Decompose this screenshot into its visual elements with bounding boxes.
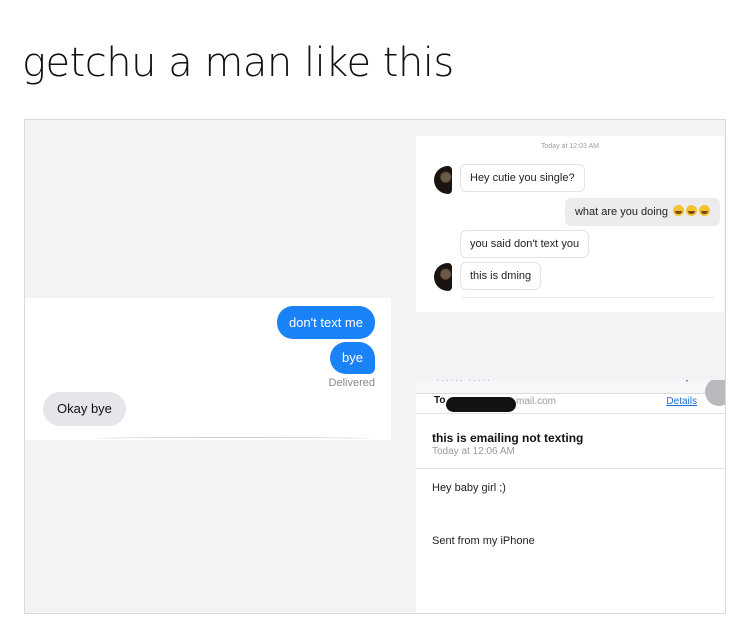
mail-body: Hey baby girl ;) (432, 482, 506, 494)
mail-screenshot: ······ ····· ˅ To mail.com Details this … (416, 380, 725, 613)
imessage-screenshot: don't text me bye Delivered Okay bye (25, 298, 391, 440)
recipient-address: mail.com (516, 396, 557, 407)
received-message-bubble: Okay bye (43, 392, 126, 426)
meme-caption: getchu a man like this (22, 40, 454, 86)
to-label: To (434, 395, 446, 406)
laughing-emoji-icon (673, 205, 684, 216)
delivery-status: Delivered (328, 377, 375, 389)
screenshot-collage: don't text me bye Delivered Okay bye Tod… (24, 119, 726, 614)
dm-message: you said don't text you (460, 230, 590, 258)
avatar (434, 263, 452, 291)
cropped-header-text: ······ ····· (436, 380, 492, 386)
redaction-bar (446, 397, 516, 412)
divider (416, 468, 725, 469)
chevron-down-icon: ˅ (683, 380, 691, 386)
sent-message-bubble: bye (330, 342, 375, 374)
divider (462, 297, 714, 298)
mail-subject: this is emailing not texting (432, 431, 584, 445)
dm-message: Hey cutie you single? (460, 164, 585, 192)
dm-message-mine: what are you doing (564, 198, 720, 226)
cropped-mail-header: ······ ····· ˅ (416, 380, 725, 394)
mail-signature: Sent from my iPhone (432, 535, 535, 547)
sent-message-bubble: don't text me (276, 306, 375, 339)
dm-message-text: what are you doing (574, 206, 668, 218)
divider (416, 413, 725, 414)
divider (95, 437, 371, 440)
avatar (705, 380, 725, 406)
laughing-emoji-icon (699, 205, 710, 216)
dm-message: this is dming (460, 262, 542, 290)
avatar (434, 166, 452, 194)
dm-timestamp: Today at 12:03 AM (541, 143, 599, 150)
mail-date: Today at 12:06 AM (432, 446, 515, 457)
details-link[interactable]: Details (666, 396, 697, 407)
dm-screenshot: Today at 12:03 AM Hey cutie you single? … (416, 136, 724, 312)
laughing-emoji-icon (686, 205, 697, 216)
